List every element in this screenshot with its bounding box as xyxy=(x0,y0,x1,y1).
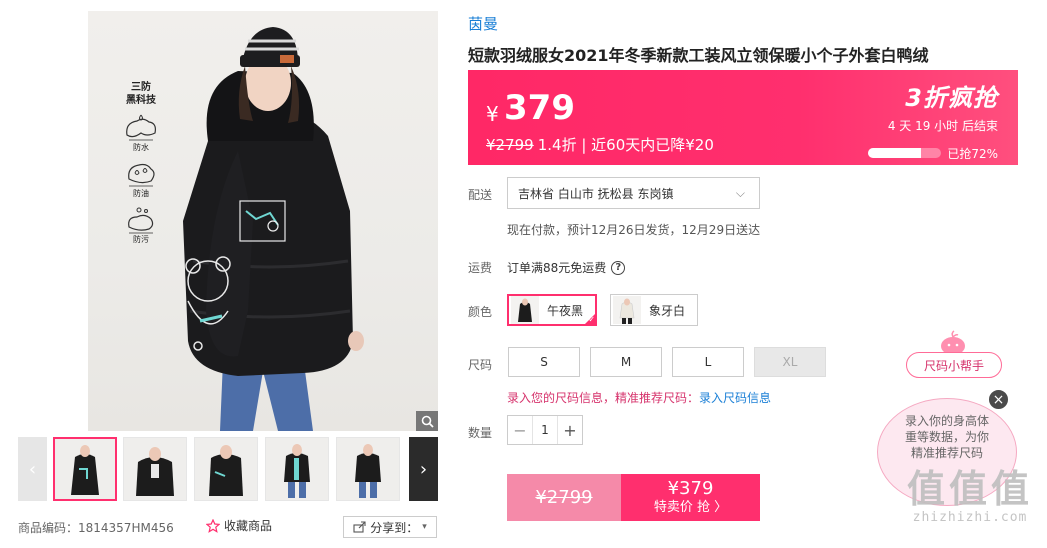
size-option-m[interactable]: M xyxy=(590,347,662,377)
tech-title-line1: 三防 xyxy=(131,82,151,93)
thumbnail-image xyxy=(284,444,310,498)
thumbnail-image xyxy=(355,444,381,498)
feature-grease-proof: 防油 xyxy=(116,159,166,199)
thumbnail-prev-button[interactable]: ‹ xyxy=(18,437,47,501)
watermark-url: zhizhizhi.com xyxy=(912,510,1028,525)
brand-link[interactable]: 茵曼 xyxy=(468,13,498,34)
was-price-block: ¥2799 xyxy=(507,474,621,521)
size-help-text: 录入您的尺码信息，精准推荐尺码： xyxy=(507,391,700,405)
feature-label-grease-proof: 防油 xyxy=(133,189,149,198)
chevron-left-icon: ‹ xyxy=(28,458,37,480)
delivery-location-value: 吉林省 白山市 抚松县 东岗镇 xyxy=(518,186,674,201)
close-icon[interactable]: × xyxy=(987,388,1010,411)
size-help-row: 录入您的尺码信息，精准推荐尺码：录入尺码信息 xyxy=(507,389,771,406)
buy-now-label: 特卖价 抢 〉 xyxy=(653,499,728,515)
feature-label-waterproof: 防水 xyxy=(133,143,149,152)
thumbnail-image xyxy=(209,445,243,496)
water-proof-icon xyxy=(126,114,156,141)
size-entry-link[interactable]: 录入尺码信息 xyxy=(699,391,771,405)
buy-button-group: ¥2799 ¥379 特卖价 抢 〉 xyxy=(507,474,760,521)
grease-proof-icon xyxy=(128,163,155,187)
size-option-s[interactable]: S xyxy=(508,347,580,377)
size-helper-tag[interactable]: 尺码小帮手 xyxy=(906,352,1002,378)
zoom-button[interactable] xyxy=(416,411,438,431)
sale-price: 379 xyxy=(504,88,575,128)
quantity-input[interactable]: 1 xyxy=(532,416,558,444)
thumbnail-image xyxy=(136,447,174,496)
delivery-label: 配送 xyxy=(468,188,493,202)
thumbnail-4[interactable] xyxy=(265,437,329,501)
freight-text: 订单满88元免运费 xyxy=(507,261,607,275)
buy-now-price: ¥379 xyxy=(667,477,714,499)
tech-features-panel: 三防 黑科技 防水 防油 防污 xyxy=(116,81,166,245)
size-option-xl: XL xyxy=(754,347,826,377)
discount-text: 1.4折 | 近60天内已降¥20 xyxy=(537,136,714,154)
chevron-right-icon: › xyxy=(419,458,428,480)
feature-anti-fouling: 防污 xyxy=(116,205,166,245)
size-option-l[interactable]: L xyxy=(672,347,744,377)
freight-label: 运费 xyxy=(468,261,493,275)
share-label: 分享到： xyxy=(370,520,419,535)
thumbnail-2[interactable] xyxy=(123,437,187,501)
thumbnail-image xyxy=(71,445,99,495)
quantity-label: 数量 xyxy=(468,426,493,440)
product-meta-bar: 商品编码：1814357HM456 收藏商品 分享到： ▾ xyxy=(18,516,438,538)
thumbnail-next-button[interactable]: › xyxy=(409,437,438,501)
magnifier-icon xyxy=(421,415,434,428)
promo-label: 3折疯抢 xyxy=(905,84,998,112)
price-banner: ¥ 379 ¥2799 1.4折 | 近60天内已降¥20 3折疯抢 4 天 19… xyxy=(468,70,1018,165)
feature-waterproof: 防水 xyxy=(116,113,166,153)
product-title: 短款羽绒服女2021年冬季新款工装风立领保暖小个子外套白鸭绒 xyxy=(468,46,929,65)
color-option-black[interactable]: 午夜黑 ✓ xyxy=(507,294,598,326)
thumbnail-1[interactable] xyxy=(53,437,117,501)
favorite-button[interactable]: 收藏商品 xyxy=(206,517,272,534)
bubble-line-3: 精准推荐尺码 xyxy=(910,446,983,460)
buy-now-button[interactable]: ¥379 特卖价 抢 〉 xyxy=(621,474,760,521)
tech-title-line2: 黑科技 xyxy=(126,95,156,106)
feature-label-anti-fouling: 防污 xyxy=(133,235,149,244)
star-icon xyxy=(206,518,220,533)
freight-info: 订单满88元免运费 ? xyxy=(507,259,626,276)
quantity-stepper: − 1 + xyxy=(507,415,583,445)
sold-progress-fill xyxy=(868,148,921,158)
check-icon: ✓ xyxy=(588,315,596,324)
delivery-estimate: 现在付款，预计12月26日发货，12月29日送达 xyxy=(507,223,761,237)
color-swatch-black xyxy=(511,296,539,324)
share-icon xyxy=(353,521,366,533)
favorite-label: 收藏商品 xyxy=(224,519,273,533)
share-button[interactable]: 分享到： ▾ xyxy=(343,516,437,538)
sold-percent-text: 已抢72% xyxy=(947,147,998,161)
thumbnail-strip: ‹ › xyxy=(18,437,438,501)
quantity-increase-button[interactable]: + xyxy=(558,416,582,444)
question-icon[interactable]: ? xyxy=(611,260,626,275)
anti-fouling-icon xyxy=(128,207,154,234)
size-label: 尺码 xyxy=(468,358,493,372)
original-price-row: ¥2799 1.4折 | 近60天内已降¥20 xyxy=(486,134,714,155)
thumbnail-5[interactable] xyxy=(336,437,400,501)
currency-symbol: ¥ xyxy=(486,102,499,126)
thumbnail-3[interactable] xyxy=(194,437,258,501)
delivery-location-select[interactable]: 吉林省 白山市 抚松县 东岗镇 ⌵ xyxy=(507,177,760,209)
main-product-image[interactable]: 三防 黑科技 防水 防油 防污 xyxy=(88,11,438,431)
product-code: 商品编码：1814357HM456 xyxy=(18,521,174,535)
color-label: 颜色 xyxy=(468,305,493,319)
bubble-line-2: 重等数据，为你 xyxy=(904,430,989,444)
caret-down-icon: ▾ xyxy=(422,522,427,532)
chevron-down-icon: ⌵ xyxy=(735,186,745,200)
bubble-line-1: 录入你的身高体 xyxy=(904,414,989,428)
color-option-label: 象牙白 xyxy=(649,303,686,318)
watermark-logo: 值值值 xyxy=(906,467,1033,511)
original-price: ¥2799 xyxy=(486,136,534,154)
color-option-label: 午夜黑 xyxy=(547,303,584,318)
countdown-timer: 4 天 19 小时 后结束 xyxy=(887,119,998,133)
color-swatch-ivory xyxy=(613,296,641,324)
site-watermark: 值值值 zhizhizhi.com xyxy=(895,468,1045,525)
quantity-decrease-button[interactable]: − xyxy=(508,416,532,444)
color-option-ivory[interactable]: 象牙白 xyxy=(610,294,699,326)
sold-progress-bar xyxy=(868,148,941,158)
